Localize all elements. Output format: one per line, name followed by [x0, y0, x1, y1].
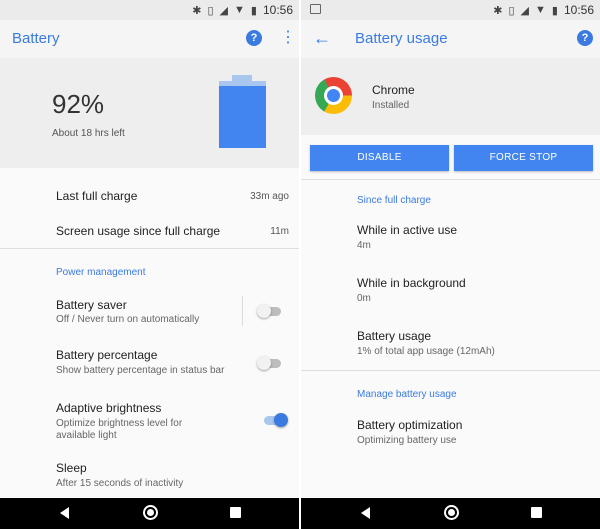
- section-power-management: Power management: [56, 267, 146, 278]
- toggle-thumb: [274, 413, 288, 427]
- bluetooth-icon: ✱: [493, 4, 503, 17]
- signal-icon: ◢: [219, 4, 229, 17]
- help-icon[interactable]: ?: [246, 30, 262, 46]
- page-title: Battery usage: [355, 30, 448, 47]
- navigation-bar: [0, 498, 299, 529]
- nav-back-icon[interactable]: [361, 507, 370, 519]
- battery-percentage-title: Battery percentage: [56, 348, 158, 362]
- app-bar: ← Battery usage ?: [301, 20, 600, 58]
- battery-optimization-title: Battery optimization: [357, 418, 463, 432]
- battery-usage-value: 1% of total app usage (12mAh): [357, 346, 495, 357]
- divider: [301, 370, 600, 371]
- app-header: Chrome Installed: [301, 58, 600, 135]
- battery-icon: ▮: [250, 4, 257, 17]
- battery-percent: 92%: [52, 89, 105, 119]
- battery-saver-subtitle: Off / Never turn on automatically: [56, 314, 200, 325]
- navigation-bar: [301, 498, 600, 529]
- bluetooth-icon: ✱: [192, 4, 202, 17]
- battery-percentage-toggle[interactable]: [257, 356, 281, 370]
- active-use-title: While in active use: [357, 223, 458, 237]
- battery-graphic-fill: [219, 86, 266, 148]
- status-time: 10:56: [262, 3, 293, 17]
- status-bar: ✱ ▯ ◢ ▼ ▮ 10:56: [0, 0, 299, 20]
- last-full-charge-value: 33m ago: [250, 191, 289, 202]
- status-time: 10:56: [563, 3, 594, 17]
- adaptive-brightness-title: Adaptive brightness: [56, 401, 162, 415]
- toggle-thumb: [257, 356, 271, 370]
- adaptive-brightness-subtitle-line1: Optimize brightness level for: [56, 418, 183, 429]
- app-bar: Battery ? ⋮: [0, 20, 299, 58]
- status-bar: ✱ ▯ ◢ ▼ ▮ 10:56: [301, 0, 600, 20]
- nav-recents-icon[interactable]: [531, 507, 542, 518]
- divider: [0, 248, 299, 249]
- background-title: While in background: [357, 276, 466, 290]
- back-arrow-icon[interactable]: ←: [313, 28, 331, 49]
- battery-settings-screen: ✱ ▯ ◢ ▼ ▮ 10:56 Battery ? ⋮ 92% About 18…: [0, 0, 299, 529]
- app-status: Installed: [372, 100, 410, 111]
- sleep-subtitle: After 15 seconds of inactivity: [56, 478, 184, 489]
- section-since-full-charge: Since full charge: [357, 195, 431, 206]
- page-title: Battery: [12, 30, 60, 47]
- screen-usage-label: Screen usage since full charge: [56, 224, 221, 238]
- active-use-value: 4m: [357, 240, 371, 251]
- nav-recents-icon[interactable]: [230, 507, 241, 518]
- last-full-charge-label: Last full charge: [56, 189, 138, 203]
- battery-percentage-subtitle: Show battery percentage in status bar: [56, 365, 225, 376]
- battery-usage-title: Battery usage: [357, 329, 432, 343]
- nav-home-icon[interactable]: [143, 505, 158, 520]
- app-name: Chrome: [372, 83, 415, 97]
- battery-saver-title: Battery saver: [56, 298, 127, 312]
- sleep-title: Sleep: [56, 461, 87, 475]
- vibrate-icon: ▯: [207, 4, 214, 17]
- nav-home-icon[interactable]: [444, 505, 459, 520]
- section-manage-battery-usage: Manage battery usage: [357, 389, 457, 400]
- time-left: About 18 hrs left: [52, 128, 125, 139]
- battery-summary: 92% About 18 hrs left: [0, 58, 299, 168]
- battery-saver-toggle[interactable]: [257, 304, 281, 318]
- signal-icon: ◢: [520, 4, 530, 17]
- wifi-icon: ▼: [234, 4, 245, 16]
- help-icon[interactable]: ?: [577, 30, 593, 46]
- image-icon: [310, 4, 321, 14]
- status-icons: ✱ ▯ ◢ ▼ ▮ 10:56: [192, 3, 293, 17]
- background-value: 0m: [357, 293, 371, 304]
- divider: [301, 179, 600, 180]
- disable-button[interactable]: DISABLE: [310, 145, 449, 171]
- vibrate-icon: ▯: [508, 4, 515, 17]
- status-icons: ✱ ▯ ◢ ▼ ▮ 10:56: [493, 3, 594, 17]
- nav-back-icon[interactable]: [60, 507, 69, 519]
- battery-usage-screen: ✱ ▯ ◢ ▼ ▮ 10:56 ← Battery usage ? Chrome…: [301, 0, 600, 529]
- toggle-thumb: [257, 304, 271, 318]
- wifi-icon: ▼: [535, 4, 546, 16]
- chrome-logo-icon: [315, 77, 352, 114]
- battery-optimization-value: Optimizing battery use: [357, 435, 457, 446]
- divider-vertical: [242, 296, 243, 326]
- battery-icon: ▮: [551, 4, 558, 17]
- adaptive-brightness-subtitle-line2: available light: [56, 430, 117, 441]
- more-icon[interactable]: ⋮: [280, 28, 296, 48]
- adaptive-brightness-toggle[interactable]: [262, 413, 288, 427]
- force-stop-button[interactable]: FORCE STOP: [454, 145, 593, 171]
- screen-usage-value: 11m: [270, 226, 289, 237]
